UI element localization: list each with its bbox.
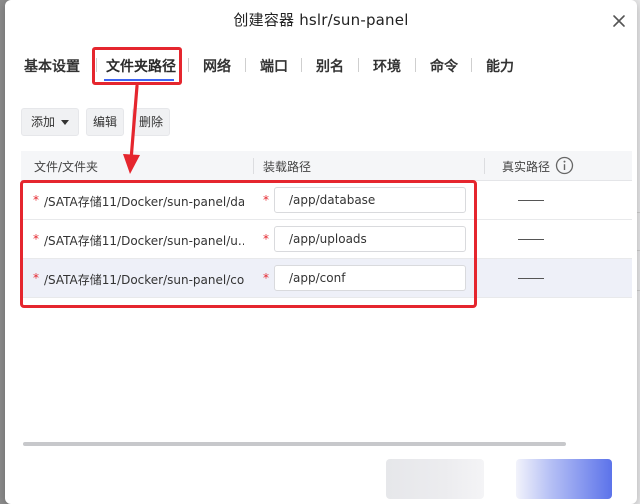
mount-path-input[interactable] <box>274 226 466 252</box>
dialog-title: 创建容器 hslr/sun-panel <box>233 11 409 29</box>
required-marker: * <box>33 193 39 207</box>
add-button-label: 添加 <box>30 115 55 129</box>
required-marker: * <box>263 193 269 207</box>
close-icon <box>613 15 625 27</box>
table-header: 文件/文件夹 装载路径 真实路径 <box>21 151 632 181</box>
tab-capabilities[interactable]: 能力 <box>486 56 514 76</box>
tab-environment[interactable]: 环境 <box>373 56 401 76</box>
table-row[interactable]: * /SATA存储11/Docker/sun-panel/co... * <box>21 259 632 298</box>
source-path: /SATA存储11/Docker/sun-panel/u... <box>44 234 244 248</box>
edit-button[interactable]: 编辑 <box>86 108 124 136</box>
confirm-button[interactable] <box>516 459 612 499</box>
table-row[interactable]: * /SATA存储11/Docker/sun-panel/da... * <box>21 181 632 220</box>
tab-ports[interactable]: 端口 <box>260 56 288 76</box>
tab-separator <box>415 58 416 72</box>
tab-aliases[interactable]: 别名 <box>316 56 344 76</box>
tab-basic-settings[interactable]: 基本设置 <box>24 56 80 76</box>
tab-separator <box>188 58 189 72</box>
delete-button[interactable]: 删除 <box>132 108 170 136</box>
add-dropdown-button[interactable]: 添加 <box>21 108 79 136</box>
active-tab-indicator <box>104 79 174 81</box>
column-separator <box>484 158 485 174</box>
close-button[interactable] <box>612 14 626 28</box>
mount-path-input[interactable] <box>274 265 466 291</box>
required-marker: * <box>263 271 269 285</box>
tab-network[interactable]: 网络 <box>203 56 231 76</box>
caret-down-icon <box>61 120 69 125</box>
column-separator <box>253 158 254 174</box>
info-icon[interactable] <box>555 156 574 175</box>
tab-bar: 基本设置 文件夹路径 网络 端口 别名 环境 命令 能力 <box>0 52 632 78</box>
table-row[interactable]: * /SATA存储11/Docker/sun-panel/u... * <box>21 220 632 259</box>
column-header-real-path: 真实路径 <box>502 160 551 174</box>
source-path: /SATA存储11/Docker/sun-panel/da... <box>44 195 244 209</box>
tab-folder-paths[interactable]: 文件夹路径 <box>106 56 176 76</box>
required-marker: * <box>263 232 269 246</box>
required-marker: * <box>33 232 39 246</box>
mount-path-input[interactable] <box>274 187 466 213</box>
tab-separator <box>358 58 359 72</box>
required-marker: * <box>33 271 39 285</box>
column-header-source: 文件/文件夹 <box>34 160 99 174</box>
scrollbar-thumb[interactable] <box>23 442 566 446</box>
tab-separator <box>96 58 97 72</box>
tab-separator <box>301 58 302 72</box>
tab-separator <box>245 58 246 72</box>
column-header-mount-path: 装载路径 <box>263 160 312 174</box>
real-path-placeholder <box>518 200 544 201</box>
real-path-placeholder <box>518 239 544 240</box>
tab-separator <box>471 58 472 72</box>
cancel-button[interactable] <box>386 459 484 499</box>
real-path-placeholder <box>518 278 544 279</box>
source-path: /SATA存储11/Docker/sun-panel/co... <box>44 273 244 287</box>
tab-command[interactable]: 命令 <box>430 56 458 76</box>
